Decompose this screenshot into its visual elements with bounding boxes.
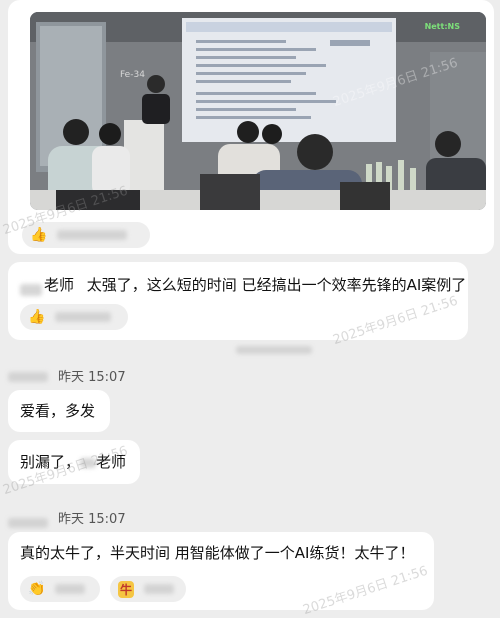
- reactor-names-blurred: [57, 230, 128, 240]
- sender-name-blurred: [20, 284, 42, 296]
- reactor-names-blurred: [55, 312, 112, 322]
- message-suffix: 老师: [96, 453, 127, 471]
- reactor-names-blurred: [144, 584, 175, 594]
- message-timestamp: 昨天 15:07: [58, 370, 126, 385]
- room-sign: Fe-34: [120, 70, 145, 80]
- reactor-names-blurred: [55, 584, 86, 594]
- message-text: 别漏了， 老师: [20, 451, 126, 473]
- sender-name-blurred: [8, 372, 48, 382]
- reaction-pill[interactable]: 👏: [20, 576, 100, 602]
- sender-name-blurred: [8, 518, 48, 528]
- reaction-pill[interactable]: 牛: [110, 576, 186, 602]
- message-timestamp: 昨天 15:07: [58, 512, 126, 527]
- clap-icon: 👏: [28, 581, 46, 597]
- photo-message-bubble[interactable]: Fe-34 Nett:NS 2025年9月6日 21:56 👍: [8, 0, 494, 254]
- classroom-photo-image: [30, 12, 486, 210]
- sender-suffix: 老师: [44, 276, 75, 294]
- message-bubble[interactable]: 老师 太强了，这么短的时间 已经搞出一个效率先锋的AI案例了 👍: [8, 262, 468, 340]
- message-text: 真的太牛了，半天时间 用智能体做了一个AI练货！太牛了！: [20, 544, 415, 562]
- reaction-pill[interactable]: 👍: [20, 304, 128, 330]
- message-bubble[interactable]: 别漏了， 老师: [8, 440, 140, 484]
- system-notice-blurred: [236, 346, 312, 354]
- niu-sticker-icon: 牛: [118, 580, 135, 598]
- message-text: 爱看，多发: [20, 402, 96, 420]
- message-text: 老师 太强了，这么短的时间 已经搞出一个效率先锋的AI案例了: [44, 274, 466, 296]
- message-prefix: 别漏了: [20, 453, 66, 471]
- corner-badge: Nett:NS: [424, 22, 460, 31]
- punctuation: ，: [65, 453, 81, 471]
- message-body: 太强了，这么短的时间 已经搞出一个效率先锋的AI案例了: [86, 276, 467, 294]
- thumbs-up-icon: 👍: [28, 309, 46, 325]
- message-bubble[interactable]: 真的太牛了，半天时间 用智能体做了一个AI练货！太牛了！ 👏 牛: [8, 532, 434, 610]
- classroom-photo[interactable]: Fe-34 Nett:NS 2025年9月6日 21:56: [30, 12, 486, 210]
- message-bubble[interactable]: 爱看，多发: [8, 390, 110, 432]
- thumbs-up-icon: 👍: [30, 227, 48, 243]
- mention-blurred: [80, 457, 97, 468]
- reaction-pill[interactable]: 👍: [22, 222, 150, 248]
